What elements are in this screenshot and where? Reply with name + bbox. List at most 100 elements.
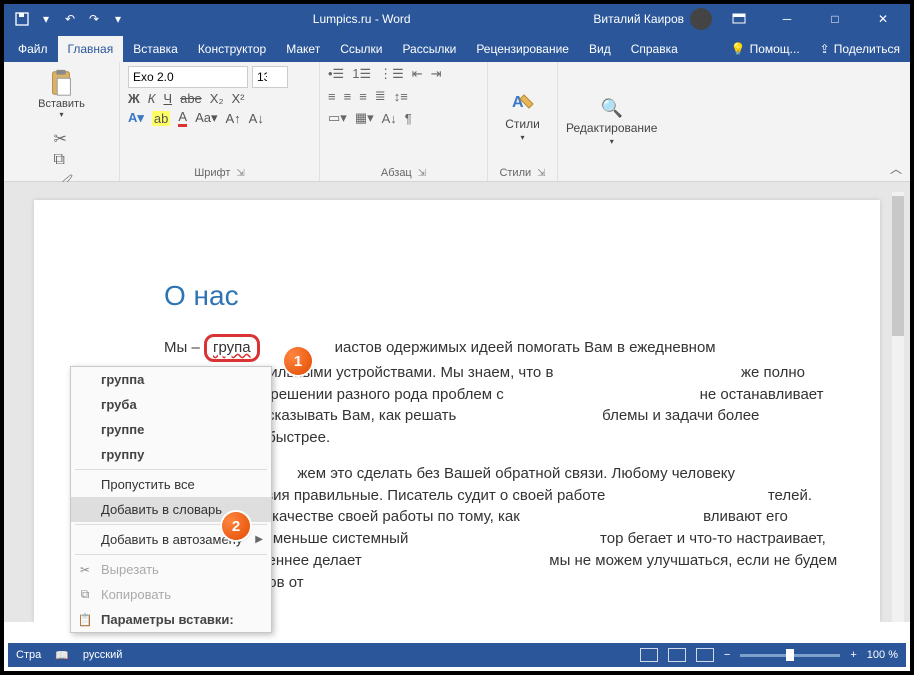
group-font-label: Шрифт	[194, 167, 230, 179]
tab-file[interactable]: Файл	[8, 36, 58, 62]
titlebar: ▾ ↶ ↷ ▾ Lumpics.ru - Word Виталий Каиров…	[4, 4, 910, 34]
statusbar: Стра 📖 русский − + 100 %	[8, 643, 906, 667]
tab-home[interactable]: Главная	[58, 36, 124, 62]
increase-indent-button[interactable]: ⇥	[431, 66, 442, 82]
decrease-indent-button[interactable]: ⇤	[412, 66, 423, 82]
web-layout-icon[interactable]	[696, 648, 714, 662]
paste-options-item[interactable]: 📋Параметры вставки:	[71, 607, 271, 632]
redo-icon[interactable]: ↷	[86, 11, 102, 27]
cut-item[interactable]: ✂Вырезать	[71, 557, 271, 582]
share-button[interactable]: ⇪Поделиться	[810, 36, 910, 62]
superscript-button[interactable]: X²	[232, 91, 245, 106]
share-icon: ⇪	[820, 42, 830, 56]
misspelled-word[interactable]: група	[204, 334, 260, 362]
save-icon[interactable]: ▾	[38, 11, 54, 27]
print-layout-icon[interactable]	[668, 648, 686, 662]
clipboard-icon	[46, 68, 76, 98]
tell-me-button[interactable]: 💡Помощ...	[721, 36, 810, 62]
group-styles-label: Стили	[499, 167, 531, 179]
styles-icon: A	[509, 89, 535, 115]
editing-button[interactable]: 🔍 Редактирование▾	[566, 98, 657, 146]
spellcheck-context-menu: группа груба группе группу Пропустить вс…	[70, 366, 272, 633]
suggestion-2[interactable]: груба	[71, 392, 271, 417]
scissors-icon: ✂	[77, 562, 93, 578]
change-case-button[interactable]: Aa▾	[195, 110, 217, 126]
qat-customize-icon[interactable]: ▾	[110, 11, 126, 27]
tab-mailings[interactable]: Рассылки	[392, 36, 466, 62]
styles-button[interactable]: A Стили▾	[505, 89, 540, 142]
ribbon: Вставить▾ ✂ ⧉ 🖌 Буфер обмена⇲ Ж К Ч abe …	[4, 62, 910, 182]
tab-insert[interactable]: Вставка	[123, 36, 188, 62]
align-right-button[interactable]: ≡	[359, 89, 367, 104]
numbering-button[interactable]: 1☰	[352, 66, 371, 82]
font-color-button[interactable]: A	[178, 109, 187, 127]
zoom-in-button[interactable]: +	[850, 649, 856, 661]
spellcheck-status-icon[interactable]: 📖	[55, 649, 69, 662]
document-heading: О нас	[164, 280, 840, 312]
align-center-button[interactable]: ≡	[344, 89, 352, 104]
tab-references[interactable]: Ссылки	[330, 36, 392, 62]
tab-layout[interactable]: Макет	[276, 36, 330, 62]
user-name[interactable]: Виталий Каиров	[593, 12, 684, 26]
justify-button[interactable]: ≣	[375, 88, 386, 104]
scrollbar-thumb[interactable]	[892, 196, 904, 336]
language-indicator[interactable]: русский	[83, 649, 122, 661]
paste-button[interactable]: Вставить▾	[34, 66, 89, 121]
chevron-right-icon: ▶	[255, 534, 263, 545]
bullets-button[interactable]: •☰	[328, 66, 344, 82]
italic-button[interactable]: К	[148, 91, 156, 106]
highlight-button[interactable]: ab	[152, 111, 170, 126]
tab-design[interactable]: Конструктор	[188, 36, 276, 62]
suggestion-4[interactable]: группу	[71, 442, 271, 467]
ribbon-tabs: Файл Главная Вставка Конструктор Макет С…	[4, 34, 910, 62]
bold-button[interactable]: Ж	[128, 91, 140, 106]
borders-button[interactable]: ▦▾	[355, 110, 374, 126]
suggestion-1[interactable]: группа	[71, 367, 271, 392]
styles-dialog-launcher[interactable]: ⇲	[537, 168, 545, 179]
shading-button[interactable]: ▭▾	[328, 110, 347, 126]
clipboard-icon: 📋	[77, 612, 93, 628]
search-icon: 🔍	[601, 98, 623, 119]
zoom-out-button[interactable]: −	[724, 649, 730, 661]
avatar[interactable]	[690, 8, 712, 30]
copy-icon: ⧉	[77, 587, 93, 603]
shrink-font-button[interactable]: A↓	[249, 111, 264, 126]
cut-icon[interactable]: ✂	[54, 129, 70, 145]
strikethrough-button[interactable]: abe	[180, 91, 202, 106]
subscript-button[interactable]: X₂	[210, 91, 224, 106]
tab-help[interactable]: Справка	[621, 36, 688, 62]
minimize-button[interactable]: ─	[766, 4, 808, 34]
collapse-ribbon-icon[interactable]: ︿	[890, 160, 902, 177]
read-mode-icon[interactable]	[640, 648, 658, 662]
window-title: Lumpics.ru - Word	[136, 12, 587, 26]
align-left-button[interactable]: ≡	[328, 89, 336, 104]
font-name-select[interactable]	[128, 66, 248, 88]
show-marks-button[interactable]: ¶	[405, 111, 412, 126]
zoom-slider[interactable]	[740, 654, 840, 657]
tab-review[interactable]: Рецензирование	[466, 36, 579, 62]
sort-button[interactable]: A↓	[382, 111, 397, 126]
underline-button[interactable]: Ч	[163, 91, 172, 106]
font-size-select[interactable]	[252, 66, 288, 88]
copy-item[interactable]: ⧉Копировать	[71, 582, 271, 607]
paragraph-dialog-launcher[interactable]: ⇲	[418, 168, 426, 179]
undo-icon[interactable]: ↶	[62, 11, 78, 27]
close-button[interactable]: ✕	[862, 4, 904, 34]
tab-view[interactable]: Вид	[579, 36, 621, 62]
ribbon-display-icon[interactable]	[718, 4, 760, 34]
copy-icon[interactable]: ⧉	[54, 151, 70, 167]
autosave-icon[interactable]	[14, 11, 30, 27]
callout-marker-1: 1	[284, 347, 312, 375]
ignore-all-item[interactable]: Пропустить все	[71, 472, 271, 497]
font-dialog-launcher[interactable]: ⇲	[236, 168, 244, 179]
grow-font-button[interactable]: A↑	[226, 111, 241, 126]
multilevel-button[interactable]: ⋮☰	[379, 66, 404, 82]
maximize-button[interactable]: □	[814, 4, 856, 34]
line-spacing-button[interactable]: ↕≡	[394, 89, 408, 104]
suggestion-3[interactable]: группе	[71, 417, 271, 442]
vertical-scrollbar[interactable]	[892, 192, 904, 622]
zoom-slider-thumb[interactable]	[786, 649, 794, 661]
zoom-level[interactable]: 100 %	[867, 649, 898, 661]
page-indicator[interactable]: Стра	[16, 649, 41, 661]
text-effects-button[interactable]: A▾	[128, 110, 144, 126]
